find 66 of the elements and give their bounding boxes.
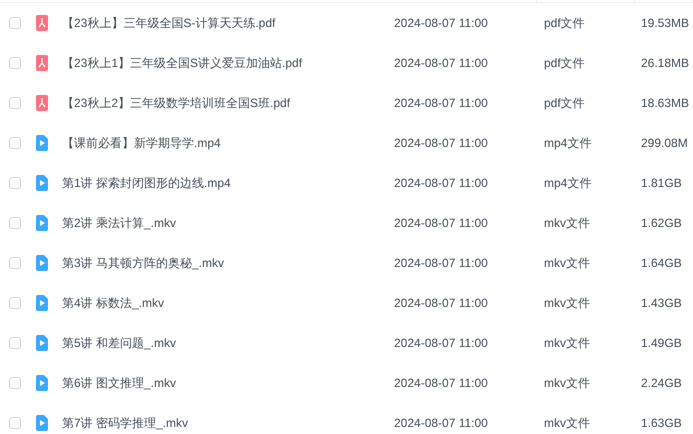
file-name[interactable]: 第2讲 乘法计算_.mkv [62, 214, 394, 232]
checkbox[interactable] [9, 297, 21, 309]
pdf-icon [36, 15, 48, 31]
checkbox[interactable] [9, 57, 21, 69]
video-icon [36, 215, 48, 231]
file-type: mkv文件 [544, 334, 591, 352]
file-date: 2024-08-07 11:00 [394, 336, 489, 350]
file-name[interactable]: 第3讲 马其顿方阵的奥秘_.mkv [62, 254, 394, 272]
checkbox[interactable] [9, 217, 21, 229]
file-date: 2024-08-07 11:00 [394, 136, 489, 150]
file-name[interactable]: 【23秋上】三年级全国S-计算天天练.pdf [62, 14, 394, 32]
file-name[interactable]: 【23秋上1】三年级全国S讲义爱豆加油站.pdf [62, 54, 394, 72]
video-icon [36, 175, 48, 191]
checkbox[interactable] [9, 97, 21, 109]
checkbox[interactable] [9, 177, 21, 189]
file-name[interactable]: 第1讲 探索封闭图形的边线.mp4 [62, 174, 394, 192]
file-size: 2.24GB [641, 376, 682, 390]
video-icon [36, 295, 48, 311]
file-type: pdf文件 [544, 94, 586, 112]
file-size: 1.43GB [641, 296, 682, 310]
file-size: 26.18MB [641, 56, 690, 70]
file-size: 18.63MB [641, 96, 690, 110]
checkbox[interactable] [9, 377, 21, 389]
file-size: 1.62GB [641, 216, 682, 230]
file-type: mkv文件 [544, 414, 591, 432]
file-size: 1.63GB [641, 416, 682, 430]
video-icon [36, 255, 48, 271]
file-name[interactable]: 第4讲 标数法_.mkv [62, 294, 394, 312]
file-date: 2024-08-07 11:00 [394, 216, 489, 230]
video-icon [36, 415, 48, 431]
checkbox[interactable] [9, 417, 21, 429]
file-type: mp4文件 [544, 134, 592, 152]
file-type: mkv文件 [544, 294, 591, 312]
file-type: mkv文件 [544, 214, 591, 232]
file-date: 2024-08-07 11:00 [394, 96, 489, 110]
file-name[interactable]: 第5讲 和差问题_.mkv [62, 334, 394, 352]
file-name[interactable]: 【23秋上2】三年级数学培训班全国S班.pdf [62, 94, 394, 112]
file-type: pdf文件 [544, 14, 586, 32]
file-type: mkv文件 [544, 374, 591, 392]
checkbox[interactable] [9, 17, 21, 29]
file-date: 2024-08-07 11:00 [394, 56, 489, 70]
file-size: 1.49GB [641, 336, 682, 350]
video-icon [36, 135, 48, 151]
file-size: 1.81GB [641, 176, 682, 190]
checkbox[interactable] [9, 257, 21, 269]
file-date: 2024-08-07 11:00 [394, 16, 489, 30]
file-date: 2024-08-07 11:00 [394, 416, 489, 430]
file-date: 2024-08-07 11:00 [394, 376, 489, 390]
video-icon [36, 375, 48, 391]
file-name[interactable]: 第7讲 密码学推理_.mkv [62, 414, 394, 432]
checkbox[interactable] [9, 137, 21, 149]
file-date: 2024-08-07 11:00 [394, 176, 489, 190]
file-name[interactable]: 【课前必看】新学期导学.mp4 [62, 134, 394, 152]
file-size: 1.64GB [641, 256, 682, 270]
file-date: 2024-08-07 11:00 [394, 296, 489, 310]
file-date: 2024-08-07 11:00 [394, 256, 489, 270]
pdf-icon [36, 55, 48, 71]
file-name[interactable]: 第6讲 图文推理_.mkv [62, 374, 394, 392]
checkbox[interactable] [9, 337, 21, 349]
video-icon [36, 335, 48, 351]
file-type: pdf文件 [544, 54, 586, 72]
file-size: 19.53MB [641, 16, 690, 30]
file-type: mkv文件 [544, 254, 591, 272]
file-size: 299.08M [641, 136, 688, 150]
pdf-icon [36, 95, 48, 111]
file-type: mp4文件 [544, 174, 592, 192]
